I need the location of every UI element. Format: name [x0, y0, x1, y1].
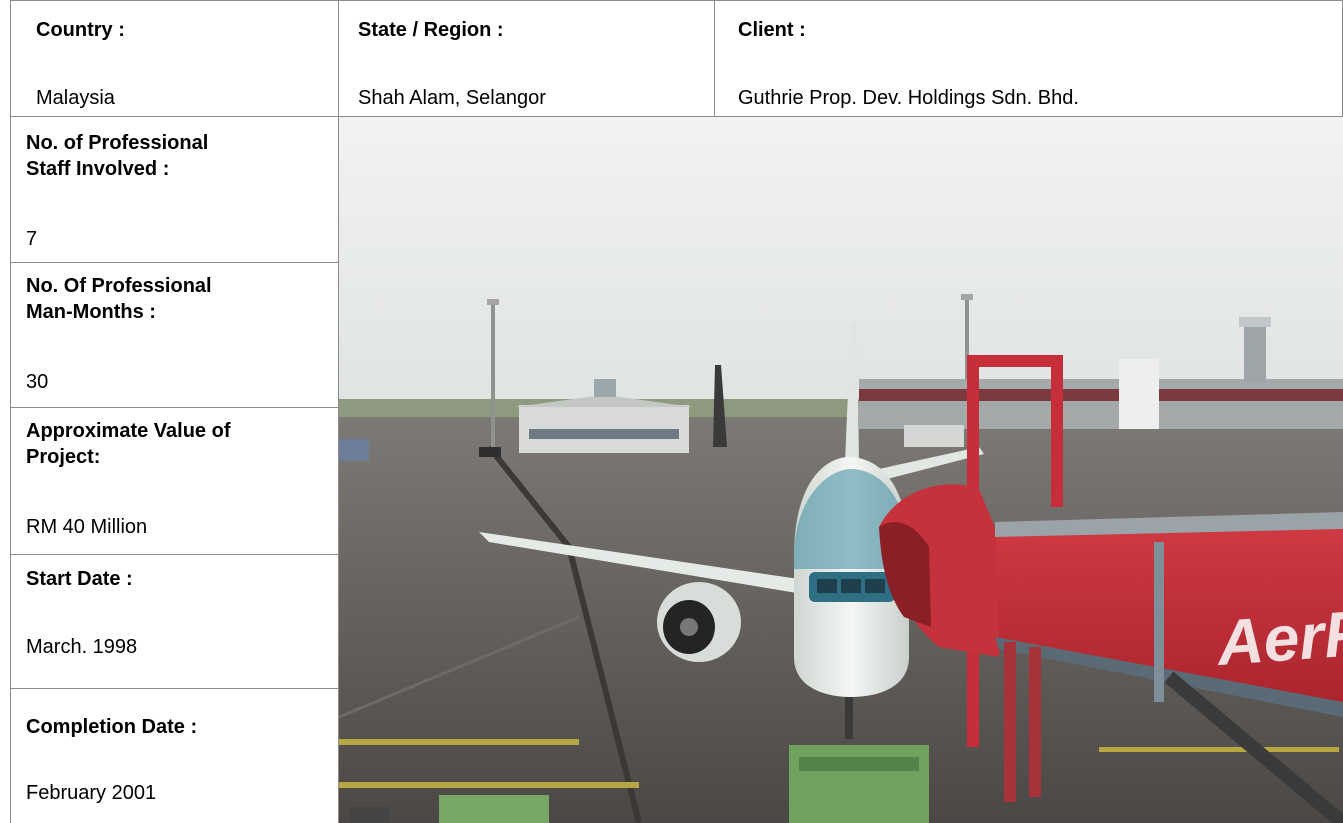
- country-label: Country :: [36, 19, 125, 41]
- man-months-cell: No. Of Professional Man-Months : 30: [10, 263, 338, 407]
- completion-date-cell: Completion Date : February 2001: [10, 689, 338, 823]
- man-months-value: 30: [26, 371, 49, 393]
- start-date-label: Start Date :: [26, 568, 133, 590]
- project-value-label-line1: Approximate Value of: [26, 420, 231, 442]
- state-value: Shah Alam, Selangor: [358, 87, 546, 109]
- completion-date-value: February 2001: [26, 782, 157, 804]
- start-date-value: March. 1998: [26, 636, 138, 658]
- staff-cell: No. of Professional Staff Involved : 7: [10, 117, 338, 262]
- jetbridge-post-right: [1051, 357, 1063, 507]
- state-label: State / Region :: [358, 19, 504, 41]
- completion-date-label: Completion Date :: [26, 716, 198, 738]
- country-cell: Country : Malaysia: [10, 0, 338, 116]
- sky: [339, 117, 1343, 407]
- project-sheet: Country : Malaysia State / Region : Shah…: [0, 0, 1343, 823]
- start-date-cell: Start Date : March. 1998: [10, 555, 338, 688]
- man-months-label-line2: Man-Months :: [26, 301, 156, 323]
- project-value-value: RM 40 Million: [26, 516, 148, 538]
- jetbridge-lettering: AerF: [1213, 597, 1343, 679]
- country-value: Malaysia: [36, 87, 115, 109]
- staff-label-line1: No. of Professional: [26, 132, 209, 154]
- project-value-label-line2: Project:: [26, 446, 101, 468]
- project-value-cell: Approximate Value of Project: RM 40 Mill…: [10, 408, 338, 554]
- man-months-label-line1: No. Of Professional: [26, 275, 212, 297]
- client-cell: Client : Guthrie Prop. Dev. Holdings Sdn…: [714, 0, 1342, 116]
- state-cell: State / Region : Shah Alam, Selangor: [338, 0, 714, 116]
- client-label: Client :: [738, 19, 806, 41]
- staff-value: 7: [26, 228, 38, 250]
- staff-label-line2: Staff Involved :: [26, 158, 170, 180]
- airport-photo: AerF: [339, 117, 1343, 823]
- client-value: Guthrie Prop. Dev. Holdings Sdn. Bhd.: [738, 87, 1079, 109]
